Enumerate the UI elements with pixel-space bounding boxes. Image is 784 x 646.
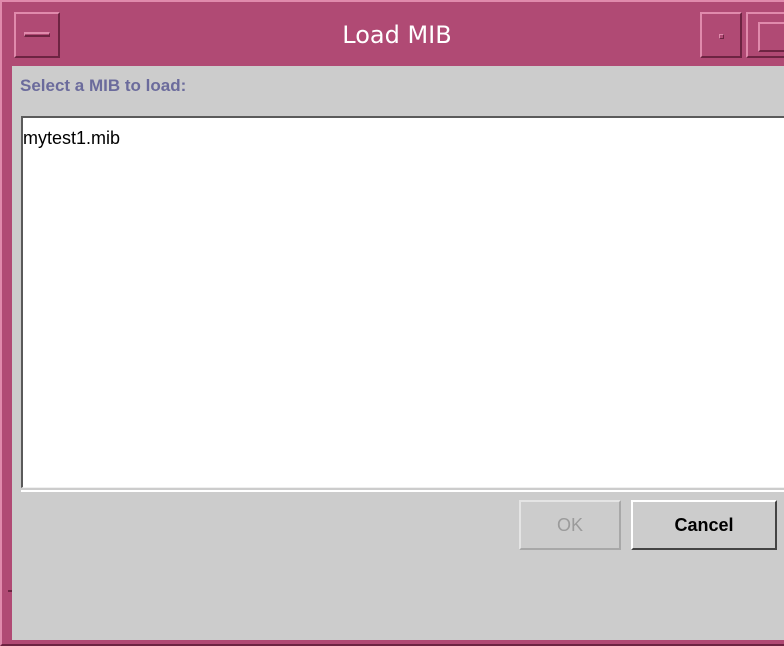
maximize-button[interactable]	[746, 12, 784, 58]
cancel-button[interactable]: Cancel	[631, 500, 777, 550]
minimize-icon	[719, 34, 724, 39]
window-menu-icon	[24, 32, 50, 37]
window-menu-button[interactable]	[14, 12, 60, 58]
title-bar[interactable]: Load MIB	[8, 8, 784, 62]
select-mib-label: Select a MIB to load:	[20, 76, 187, 95]
dialog-content: Select a MIB to load: mytest1.mib OK Can…	[12, 66, 784, 640]
mib-file-list[interactable]: mytest1.mib	[21, 116, 784, 488]
minimize-button[interactable]	[700, 12, 742, 58]
window-title: Load MIB	[342, 21, 452, 49]
ok-button[interactable]: OK	[519, 500, 621, 550]
dialog-window: Load MIB Select a MIB to load: mytest1.m…	[0, 0, 784, 646]
divider	[21, 490, 784, 492]
frame-resize-handle[interactable]	[8, 590, 12, 592]
list-item[interactable]: mytest1.mib	[23, 128, 120, 149]
maximize-icon	[758, 22, 784, 52]
